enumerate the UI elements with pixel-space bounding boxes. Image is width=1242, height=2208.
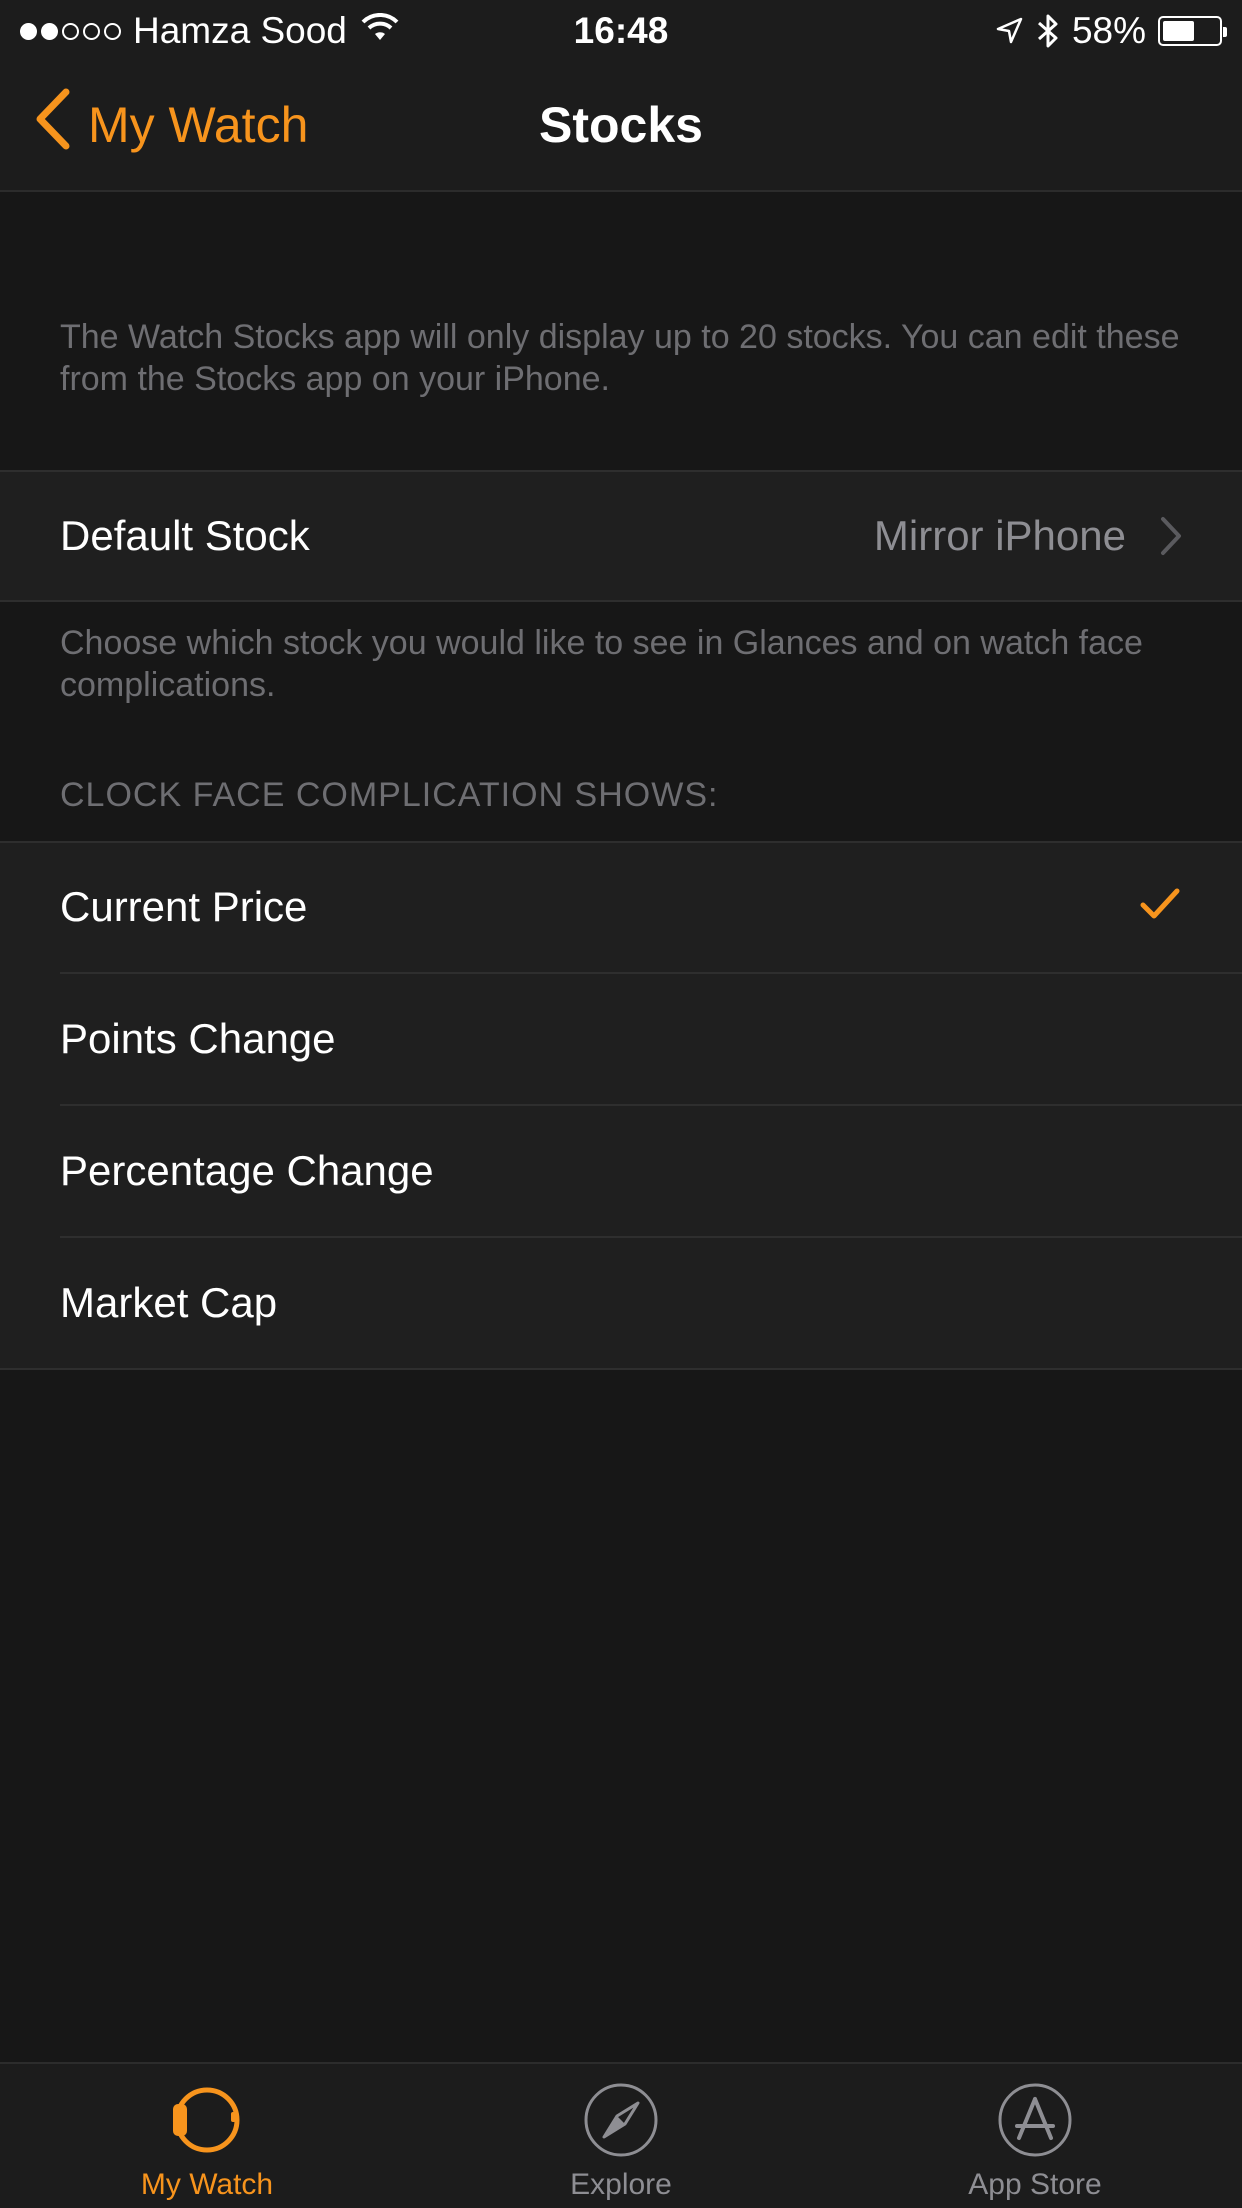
battery-percent: 58% [1071,10,1146,51]
compass-icon [583,2082,659,2163]
navigation-bar: My Watch Stocks [0,62,1242,192]
tab-label: App Store [968,2168,1102,2201]
battery-fill [1163,21,1195,41]
option-current-price[interactable]: Current Price [0,841,1242,973]
default-stock-footer: Choose which stock you would like to see… [60,624,1143,704]
separator [0,600,1242,602]
chevron-left-icon [34,88,88,162]
status-bar: Hamza Sood 16:48 58% [0,0,1242,62]
chevron-right-icon [1160,516,1182,561]
option-market-cap[interactable]: Market Cap [0,1237,1242,1369]
tab-my-watch[interactable]: My Watch [0,2064,414,2208]
back-button-label: My Watch [88,97,309,153]
default-stock-row[interactable]: Default Stock Mirror iPhone [0,470,1242,602]
default-stock-label: Default Stock [60,512,310,559]
default-stock-value: Mirror iPhone [873,512,1126,559]
location-arrow-icon [994,16,1024,46]
watch-icon [169,2082,245,2163]
option-percentage-change[interactable]: Percentage Change [0,1105,1242,1237]
tab-explore[interactable]: Explore [414,2064,828,2208]
checkmark-icon [1140,887,1180,926]
option-label: Market Cap [60,1279,278,1326]
back-button[interactable]: My Watch [34,88,309,158]
bluetooth-icon [1036,13,1060,49]
tab-label: My Watch [140,2168,274,2201]
intro-note: The Watch Stocks app will only display u… [60,318,1180,398]
tab-bar: My Watch Explore App Store [0,2062,1242,2208]
option-points-change[interactable]: Points Change [0,973,1242,1105]
status-right: 58% [982,10,1227,52]
tab-app-store[interactable]: App Store [828,2064,1242,2208]
option-label: Points Change [60,1015,336,1062]
tab-label: Explore [570,2168,672,2201]
option-label: Current Price [60,883,308,930]
separator [0,1368,1242,1370]
complication-section-header: CLOCK FACE COMPLICATION SHOWS: [60,776,719,814]
battery-icon [1158,16,1227,46]
app-store-icon [997,2082,1073,2163]
option-label: Percentage Change [60,1147,434,1194]
